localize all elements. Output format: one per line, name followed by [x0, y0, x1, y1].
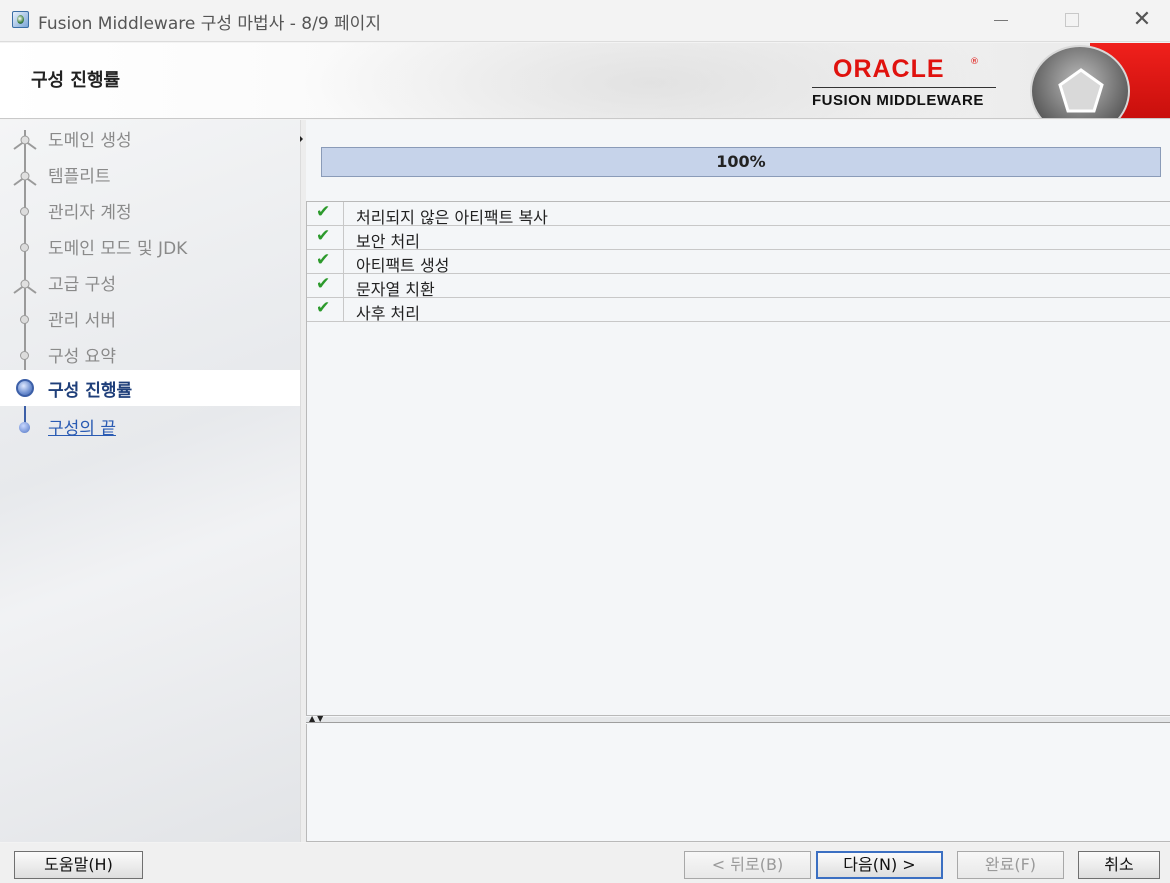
- splitter-arrows-icon[interactable]: ▲▼: [309, 714, 325, 723]
- task-label: 아티팩트 생성: [356, 256, 450, 275]
- pane-splitter[interactable]: ▲▼: [306, 714, 1170, 723]
- app-icon: [12, 11, 29, 28]
- page-title: 구성 진행률: [31, 70, 121, 91]
- nav-step-label: 도메인 모드 및 JDK: [48, 239, 188, 259]
- task-row[interactable]: ✔ 처리되지 않은 아티팩트 복사: [307, 202, 1170, 227]
- progress-label: 100%: [716, 152, 766, 171]
- nav-step-templates[interactable]: 템플리트: [0, 156, 300, 192]
- title-bar: Fusion Middleware 구성 마법사 - 8/9 페이지 ✕: [0, 0, 1170, 42]
- window-title: Fusion Middleware 구성 마법사 - 8/9 페이지: [38, 14, 381, 34]
- wizard-steps-nav: 도메인 생성 템플리트 관리자 계정 도메인 모드 및 JDK 고급 구성 관리…: [0, 120, 300, 842]
- task-status-cell: ✔: [307, 274, 344, 297]
- check-icon: ✔: [316, 202, 331, 222]
- registered-mark: ®: [970, 57, 979, 67]
- nav-step-config-summary[interactable]: 구성 요약: [0, 336, 300, 372]
- task-status-cell: ✔: [307, 298, 344, 321]
- progress-bar: 100%: [321, 147, 1161, 177]
- dot-node-icon: [20, 207, 29, 216]
- next-button[interactable]: 다음(N) >: [816, 851, 943, 879]
- fusion-middleware-logo-text: FUSION MIDDLEWARE: [812, 92, 984, 109]
- check-icon: ✔: [316, 298, 331, 318]
- configuration-wizard-window: Fusion Middleware 구성 마법사 - 8/9 페이지 ✕ 구성 …: [0, 0, 1170, 883]
- task-label: 문자열 치환: [356, 280, 435, 299]
- check-icon: ✔: [316, 250, 331, 270]
- logo-divider: [812, 87, 996, 88]
- person-node-icon: [13, 166, 37, 188]
- task-status-cell: ✔: [307, 226, 344, 249]
- nav-step-label: 구성의 끝: [48, 419, 116, 439]
- task-row[interactable]: ✔ 보안 처리: [307, 226, 1170, 251]
- collapse-arrow-icon[interactable]: [300, 136, 303, 142]
- nav-step-label: 관리 서버: [48, 311, 116, 331]
- nav-step-label: 구성 진행률: [48, 381, 133, 401]
- nav-step-admin-account[interactable]: 관리자 계정: [0, 192, 300, 228]
- button-bar: 도움말(H) < 뒤로(B) 다음(N) > 완료(F) 취소: [0, 843, 1170, 883]
- help-button[interactable]: 도움말(H): [14, 851, 143, 879]
- current-node-icon: [16, 379, 34, 397]
- nav-step-admin-server[interactable]: 관리 서버: [0, 300, 300, 336]
- main-content: 100% ✔ 처리되지 않은 아티팩트 복사 ✔ 보안 처리 ✔ 아티팩트 생성…: [306, 120, 1170, 842]
- nav-step-advanced-config[interactable]: 고급 구성: [0, 264, 300, 300]
- nav-step-config-progress[interactable]: 구성 진행률: [0, 370, 300, 406]
- finish-button[interactable]: 완료(F): [957, 851, 1064, 879]
- nav-step-label: 고급 구성: [48, 275, 116, 295]
- nav-step-domain-mode-jdk[interactable]: 도메인 모드 및 JDK: [0, 228, 300, 264]
- task-status-cell: ✔: [307, 202, 344, 225]
- nav-step-label: 관리자 계정: [48, 203, 132, 223]
- person-node-icon: [13, 274, 37, 296]
- check-icon: ✔: [316, 274, 331, 294]
- maximize-button[interactable]: [1059, 8, 1085, 32]
- close-button[interactable]: ✕: [1129, 8, 1155, 32]
- person-node-icon: [13, 130, 37, 152]
- task-row[interactable]: ✔ 문자열 치환: [307, 274, 1170, 299]
- task-label: 처리되지 않은 아티팩트 복사: [356, 208, 548, 227]
- check-icon: ✔: [316, 226, 331, 246]
- nav-step-label: 도메인 생성: [48, 131, 132, 151]
- task-list: ✔ 처리되지 않은 아티팩트 복사 ✔ 보안 처리 ✔ 아티팩트 생성 ✔ 문자…: [306, 201, 1170, 716]
- dot-node-icon: [20, 243, 29, 252]
- log-pane[interactable]: [306, 724, 1170, 842]
- nav-step-label: 구성 요약: [48, 347, 116, 367]
- back-button[interactable]: < 뒤로(B): [684, 851, 811, 879]
- dot-node-icon: [20, 315, 29, 324]
- nav-step-label: 템플리트: [48, 167, 111, 187]
- oracle-logo-text: ORACLE: [833, 55, 945, 83]
- minimize-button[interactable]: [987, 8, 1013, 32]
- nav-step-config-end[interactable]: 구성의 끝: [0, 408, 300, 444]
- header-banner: 구성 진행률 ORACLE ® FUSION MIDDLEWARE: [0, 43, 1170, 119]
- task-status-cell: ✔: [307, 250, 344, 273]
- task-row[interactable]: ✔ 아티팩트 생성: [307, 250, 1170, 275]
- cancel-button[interactable]: 취소: [1078, 851, 1160, 879]
- dot-node-icon: [20, 351, 29, 360]
- blue-dot-node-icon: [19, 422, 30, 433]
- task-label: 보안 처리: [356, 232, 420, 251]
- task-label: 사후 처리: [356, 304, 420, 323]
- nav-step-domain-create[interactable]: 도메인 생성: [0, 120, 300, 156]
- task-row[interactable]: ✔ 사후 처리: [307, 298, 1170, 323]
